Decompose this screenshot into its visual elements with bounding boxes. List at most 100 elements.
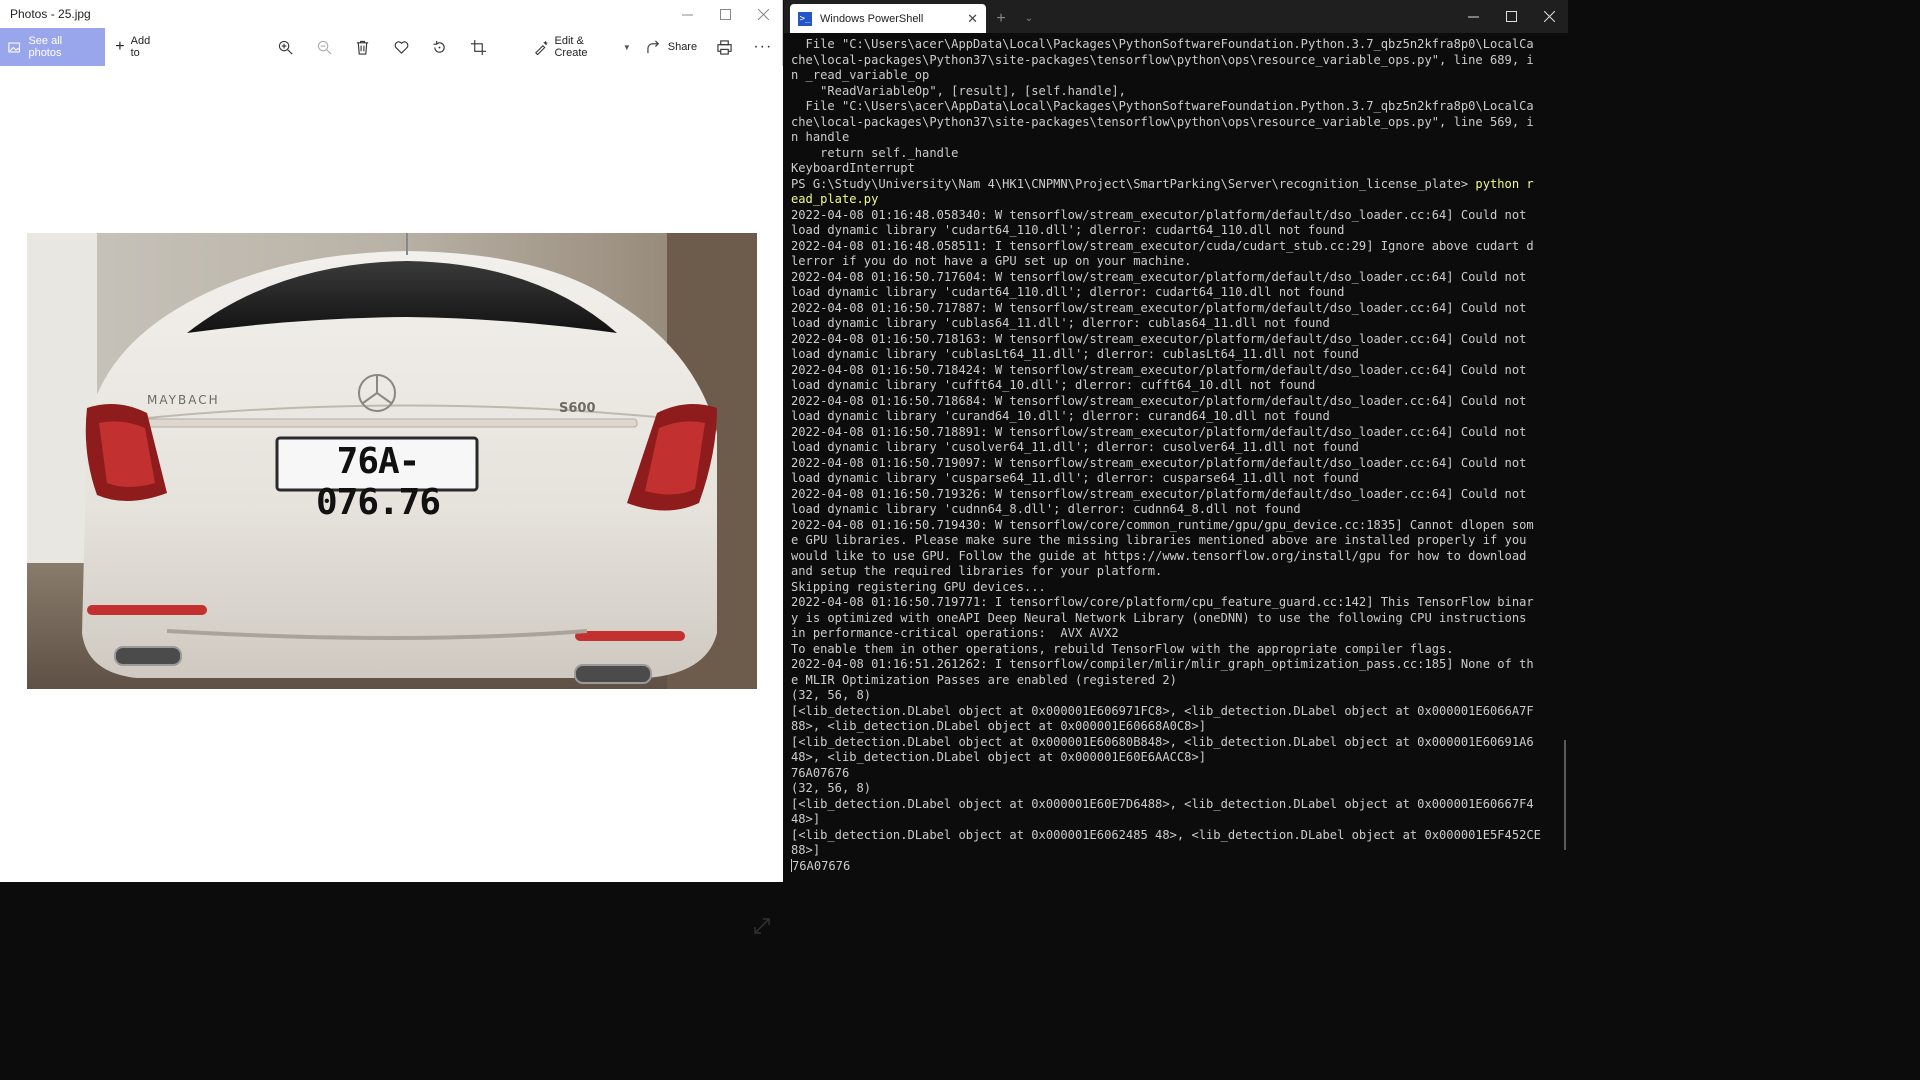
crop-button[interactable] [459,28,497,66]
terminal-line: Skipping registering GPU devices... [791,579,1046,594]
terminal-line: load dynamic library 'cudnn64_8.dll'; dl… [791,502,1301,516]
terminal-line: 2022-04-08 01:16:50.719430: W tensorflow… [791,517,1534,532]
see-all-photos-label: See all photos [28,35,63,59]
maximize-icon [1505,11,1517,22]
terminal-line: load dynamic library 'cublas64_11.dll'; … [791,316,1330,330]
delete-button[interactable] [343,28,381,66]
edit-create-button[interactable]: Edit & Create ▼ [526,28,639,66]
favorite-button[interactable] [382,28,420,66]
close-button[interactable] [744,0,782,28]
trash-icon [357,40,369,55]
heart-icon [394,40,408,54]
add-to-label: Add to [130,35,151,59]
terminal-line: 2022-04-08 01:16:50.718684: W tensorflow… [791,393,1527,408]
terminal-line: 2022-04-08 01:16:50.719326: W tensorflow… [791,486,1527,501]
terminal-line: load dynamic library 'cudart64_110.dll';… [791,223,1345,237]
maximize-button[interactable] [706,0,744,28]
terminal-line: n _read_variable_op [791,68,930,82]
car-badge-right: S600 [559,401,596,416]
share-button[interactable]: Share [639,28,705,66]
photos-toolbar: See all photos + Add to Edit & Create ▼ … [0,28,782,66]
terminal-line: load dynamic library 'cusolver64_11.dll'… [791,440,1359,454]
zoom-in-button[interactable] [266,28,304,66]
photos-window-title: Photos - 25.jpg [10,7,91,21]
share-icon [647,40,659,53]
rotate-icon [433,40,445,53]
terminal-line: load dynamic library 'cudart64_110.dll';… [791,285,1345,299]
terminal-line: che\local-packages\Python37\site-package… [791,52,1534,67]
terminal-line: load dynamic library 'curand64_10.dll'; … [791,409,1330,423]
photos-titlebar: Photos - 25.jpg [0,0,782,28]
command-text: python r [1475,176,1534,191]
terminal-line: 2022-04-08 01:16:50.719097: W tensorflow… [791,455,1527,470]
terminal-line: 2022-04-08 01:16:51.261262: I tensorflow… [791,657,1534,671]
terminal-line: [<lib_detection.DLabel object at 0x00000… [791,703,1534,718]
terminal-line: would like to use GPU. Follow the guide … [791,548,1527,563]
terminal-tabbar: >_ Windows PowerShell ✕ + ⌄ [784,0,1568,33]
terminal-output[interactable]: File "C:\Users\acer\AppData\Local\Packag… [784,33,1568,882]
terminal-line: e GPU libraries. Please make sure the mi… [791,533,1527,547]
tab-dropdown-button[interactable]: ⌄ [1016,4,1042,33]
terminal-line: and setup the required libraries for you… [791,564,1163,578]
output-after-command: 2022-04-08 01:16:48.058340: W tensorflow… [791,208,1560,859]
terminal-line: in performance-critical operations: AVX … [791,626,1119,640]
tab-windows-powershell[interactable]: >_ Windows PowerShell ✕ [790,4,986,33]
more-icon: ··· [753,38,773,55]
terminal-line: [<lib_detection.DLabel object at 0x00000… [791,827,1541,842]
minimize-icon [681,14,693,15]
minimize-button[interactable] [668,0,706,28]
zoom-in-icon [279,40,293,54]
terminal-line: 2022-04-08 01:16:50.719771: I tensorflow… [791,595,1534,609]
terminal-line: che\local-packages\Python37\site-package… [791,114,1534,129]
terminal-minimize-button[interactable] [1454,0,1492,33]
terminal-line: n handle [791,130,850,144]
share-label: Share [667,41,698,53]
printer-icon [717,39,732,55]
chevron-down-icon: ⌄ [1024,13,1034,24]
rotate-button[interactable] [420,28,458,66]
terminal-line: 2022-04-08 01:16:50.718424: W tensorflow… [791,362,1527,377]
terminal-line: "ReadVariableOp", [result], [self.handle… [791,83,1126,98]
crop-icon [470,39,486,55]
terminal-line: return self._handle [791,145,959,160]
terminal-line: load dynamic library 'cublasLt64_11.dll'… [791,347,1359,361]
zoom-out-icon [317,40,332,54]
zoom-out-button[interactable] [305,28,343,66]
terminal-line: 2022-04-08 01:16:48.058340: W tensorflow… [791,207,1527,222]
terminal-line: [<lib_detection.DLabel object at 0x00000… [791,734,1534,749]
expand-icon[interactable] [752,916,772,936]
terminal-line: 2022-04-08 01:16:50.718163: W tensorflow… [791,331,1527,346]
car-photo: MAYBACH S600 76A-076.76 [27,233,757,689]
terminal-maximize-button[interactable] [1492,0,1530,33]
output-before-command: File "C:\Users\acer\AppData\Local\Packag… [791,37,1560,177]
command-continuation: ead_plate.py [791,192,879,206]
terminal-line: 88>, <lib_detection.DLabel object at 0x0… [791,719,1207,733]
print-button[interactable] [705,28,743,66]
car-badge-left: MAYBACH [147,393,220,407]
terminal-line: lerror if you do not have a GPU set up o… [791,254,1192,268]
tab-close-icon[interactable]: ✕ [967,11,978,27]
photos-window: Photos - 25.jpg See all photos + Add to [0,0,783,934]
terminal-window: >_ Windows PowerShell ✕ + ⌄ File "C:\Use… [784,0,1568,882]
more-options-button[interactable]: ··· [744,28,782,66]
terminal-close-button[interactable] [1530,0,1568,33]
last-output-line: 76A07676 [792,858,851,873]
terminal-line: KeyboardInterrupt [791,161,915,175]
terminal-line: 76A07676 [791,765,850,780]
terminal-line: load dynamic library 'cusparse64_11.dll'… [791,471,1359,485]
terminal-line: y is optimized with oneAPI Deep Neural N… [791,610,1527,625]
new-tab-button[interactable]: + [986,4,1016,33]
close-icon [757,8,769,20]
powershell-icon: >_ [798,11,812,26]
see-all-photos-button[interactable]: See all photos [0,28,106,66]
terminal-scrollbar[interactable] [1564,740,1566,850]
terminal-line: 2022-04-08 01:16:50.717604: W tensorflow… [791,269,1527,284]
prompt-text: PS G:\Study\University\Nam 4\HK1\CNPMN\P… [791,176,1476,191]
terminal-line: To enable them in other operations, rebu… [791,641,1454,656]
add-to-button[interactable]: + Add to [105,35,160,59]
photos-gallery-icon [8,42,21,52]
current-line[interactable]: 76A07676 [791,858,1560,875]
terminal-line: [<lib_detection.DLabel object at 0x00000… [791,796,1534,811]
minimize-icon [1467,16,1479,18]
terminal-line: 2022-04-08 01:16:50.717887: W tensorflow… [791,300,1527,315]
